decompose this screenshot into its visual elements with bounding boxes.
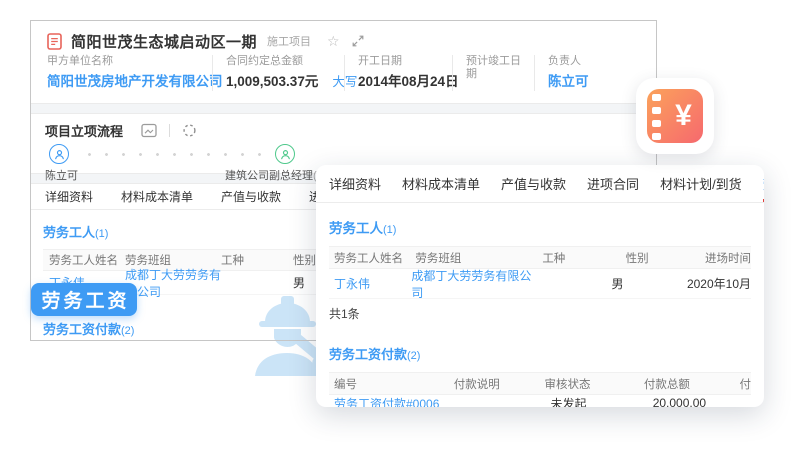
section-divider bbox=[31, 103, 656, 114]
tab-material-plan[interactable]: 材料计划/到货 bbox=[660, 165, 742, 202]
table-row: 丁永伟 成都丁大劳劳务有限公司 男 2020年10月 bbox=[329, 269, 751, 299]
flow-connector-dots bbox=[81, 153, 269, 156]
document-icon bbox=[47, 33, 62, 50]
start-date: 2014年08月24日 bbox=[358, 73, 440, 91]
tab-labor-workers[interactable]: 劳务工人 bbox=[763, 165, 764, 202]
payments-table: 编号 付款说明 审核状态 付款总额 付 劳务工资付款#0006 未发起 20,0… bbox=[329, 372, 751, 407]
tab-material-cost[interactable]: 材料成本清单 bbox=[121, 188, 193, 205]
entry-date: 2020年10月 bbox=[687, 275, 751, 292]
tab-details[interactable]: 详细资料 bbox=[329, 165, 381, 202]
expand-icon[interactable] bbox=[352, 35, 364, 47]
project-type-tag: 施工项目 bbox=[267, 33, 311, 49]
flow-start-avatar bbox=[49, 144, 69, 164]
field-start-date: 开工日期 2014年08月24日 bbox=[344, 55, 452, 91]
tab-material-cost[interactable]: 材料成本清单 bbox=[402, 165, 480, 202]
window-title-row: 简阳世茂生态城启动区一期 施工项目 ☆ bbox=[31, 21, 656, 55]
yen-symbol: ¥ bbox=[664, 89, 703, 143]
field-label: 合同约定总金额 bbox=[226, 55, 332, 68]
panel-tabs: 详细资料 材料成本清单 产值与收款 进项合同 材料计划/到货 劳务工人 bbox=[316, 165, 764, 203]
dashed-circle-icon[interactable] bbox=[182, 123, 197, 138]
total-count: 共1条 bbox=[329, 307, 751, 322]
labor-wage-callout: 劳务工资 bbox=[31, 283, 137, 316]
panel-content: 劳务工人(1) 劳务工人姓名 劳务班组 工种 性别 进场时间 丁永伟 成都丁大劳… bbox=[316, 217, 764, 407]
table-header-row: 编号 付款说明 审核状态 付款总额 付 bbox=[329, 372, 751, 395]
project-title: 简阳世茂生态城启动区一期 bbox=[71, 31, 257, 52]
field-expected-finish-date: 预计竣工日期 bbox=[452, 55, 534, 91]
owner-link[interactable]: 简阳世茂房地产开发有限公司 bbox=[47, 73, 200, 91]
tab-incoming-contract[interactable]: 进项合同 bbox=[587, 165, 639, 202]
contract-amount: 1,009,503.37元大写 bbox=[226, 73, 332, 91]
icon-divider bbox=[169, 124, 170, 137]
payment-status: 未发起 bbox=[550, 395, 652, 408]
project-fields: 甲方单位名称 简阳世茂房地产开发有限公司 合同约定总金额 1,009,503.3… bbox=[31, 55, 656, 103]
table-row: 劳务工资付款#0006 未发起 20,000.00 bbox=[329, 395, 751, 407]
field-label: 甲方单位名称 bbox=[47, 55, 200, 68]
tab-output-collection[interactable]: 产值与收款 bbox=[501, 165, 566, 202]
flowchart-preview-icon[interactable] bbox=[141, 123, 157, 138]
payments-heading: 劳务工资付款(2) bbox=[329, 344, 751, 363]
yuan-ledger-icon-card: ¥ bbox=[636, 78, 714, 154]
workers-heading: 劳务工人(1) bbox=[329, 217, 751, 237]
worker-team-link[interactable]: 成都丁大劳劳务有限公司 bbox=[125, 266, 221, 300]
flow-end-avatar bbox=[275, 144, 295, 164]
worker-name-link[interactable]: 丁永伟 bbox=[334, 275, 411, 292]
flow-start-name: 陈立可 bbox=[45, 167, 78, 183]
labor-panel: 详细资料 材料成本清单 产值与收款 进项合同 材料计划/到货 劳务工人 劳务工人… bbox=[316, 165, 764, 407]
manager-link[interactable]: 陈立可 bbox=[548, 73, 628, 91]
field-owner: 甲方单位名称 简阳世茂房地产开发有限公司 bbox=[47, 55, 212, 91]
tab-details[interactable]: 详细资料 bbox=[45, 188, 93, 205]
field-label: 预计竣工日期 bbox=[466, 55, 522, 81]
field-label: 负责人 bbox=[548, 55, 628, 68]
field-label: 开工日期 bbox=[358, 55, 440, 68]
page: 简阳世茂生态城启动区一期 施工项目 ☆ 甲方单位名称 简阳世茂房地产开发有限公司… bbox=[0, 0, 792, 459]
workers-table: 劳务工人姓名 劳务班组 工种 性别 进场时间 丁永伟 成都丁大劳劳务有限公司 男… bbox=[329, 246, 751, 299]
star-icon[interactable]: ☆ bbox=[327, 33, 340, 50]
tab-output-collection[interactable]: 产值与收款 bbox=[221, 188, 281, 205]
table-header-row: 劳务工人姓名 劳务班组 工种 性别 进场时间 bbox=[329, 246, 751, 269]
field-manager: 负责人 陈立可 bbox=[534, 55, 640, 91]
payment-amount: 20,000.00 bbox=[653, 396, 751, 407]
approval-flow-header: 项目立项流程 bbox=[45, 119, 642, 141]
flow-title: 项目立项流程 bbox=[45, 121, 123, 140]
worker-team-link[interactable]: 成都丁大劳劳务有限公司 bbox=[411, 267, 532, 301]
payment-id-link[interactable]: 劳务工资付款#0006 bbox=[334, 395, 457, 408]
yuan-ledger-icon: ¥ bbox=[647, 89, 703, 143]
field-contract-amount: 合同约定总金额 1,009,503.37元大写 bbox=[212, 55, 344, 91]
